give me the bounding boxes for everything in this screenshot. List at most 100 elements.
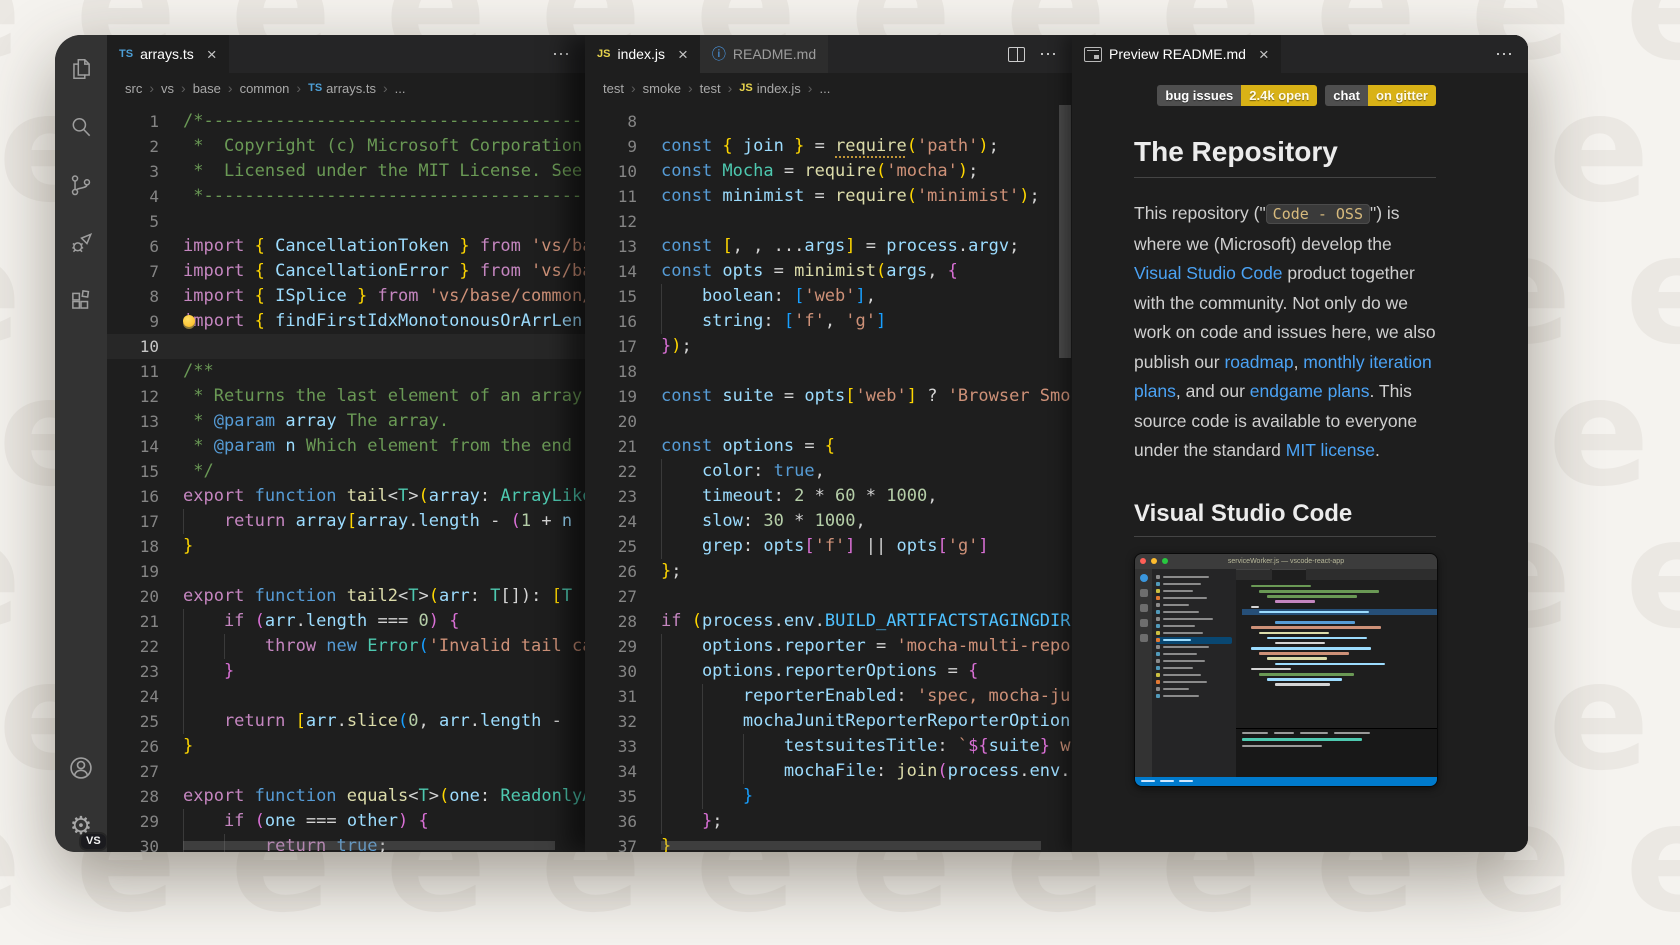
editor-pane-arrays-ts: TS arrays.ts × ⋯ src›vs›base›common›TSar… bbox=[107, 35, 585, 852]
tab-label: README.md bbox=[733, 46, 816, 62]
readme-badges: bug issues2.4k open chaton gitter bbox=[1134, 85, 1436, 106]
line-number: 30 bbox=[107, 834, 183, 852]
line-number: 10 bbox=[585, 159, 661, 184]
code-line: 30options.reporterOptions = { bbox=[585, 659, 1072, 684]
code-editor[interactable]: 89const { join } = require('path');10con… bbox=[585, 103, 1072, 852]
readme-link[interactable]: endgame plans bbox=[1250, 381, 1370, 401]
breadcrumb-item[interactable]: test bbox=[700, 81, 721, 96]
search-icon[interactable] bbox=[65, 111, 97, 143]
typescript-file-icon: TS bbox=[119, 48, 133, 60]
more-actions-icon[interactable]: ⋯ bbox=[1495, 45, 1514, 63]
line-number: 14 bbox=[107, 434, 183, 459]
breadcrumb-item[interactable]: vs bbox=[161, 81, 174, 96]
code-line: 10 bbox=[107, 334, 585, 359]
line-number: 36 bbox=[585, 809, 661, 834]
horizontal-scrollbar[interactable] bbox=[183, 841, 555, 850]
tab-preview-readme[interactable]: Preview README.md × bbox=[1072, 35, 1281, 73]
line-number: 23 bbox=[585, 484, 661, 509]
tab-readme-md[interactable]: ⓘREADME.md bbox=[700, 35, 828, 73]
code-line: 22color: true, bbox=[585, 459, 1072, 484]
line-number: 15 bbox=[107, 459, 183, 484]
readme-badge[interactable]: chaton gitter bbox=[1325, 85, 1436, 106]
breadcrumb-item[interactable]: src bbox=[125, 81, 142, 96]
breadcrumb-item[interactable]: JSindex.js bbox=[739, 81, 801, 96]
code-line: 27 bbox=[585, 584, 1072, 609]
preview-tab-bar: Preview README.md × ⋯ bbox=[1072, 35, 1528, 73]
line-number: 33 bbox=[585, 734, 661, 759]
code-line: 24slow: 30 * 1000, bbox=[585, 509, 1072, 534]
line-number: 19 bbox=[107, 559, 183, 584]
line-number: 30 bbox=[585, 659, 661, 684]
readme-link[interactable]: roadmap bbox=[1224, 352, 1293, 372]
breadcrumb-item[interactable]: ... bbox=[819, 81, 830, 96]
explorer-icon[interactable] bbox=[65, 53, 97, 85]
badge-value: on gitter bbox=[1368, 85, 1436, 106]
code-line: 3 * Licensed under the MIT License. See … bbox=[107, 159, 585, 184]
line-number: 27 bbox=[585, 584, 661, 609]
line-number: 10 bbox=[107, 334, 183, 359]
code-line: 20export function tail2<T>(arr: T[]): [T bbox=[107, 584, 585, 609]
code-line: 28export function equals<T>(one: Readonl… bbox=[107, 784, 585, 809]
chevron-right-icon: › bbox=[383, 80, 388, 96]
split-editor-icon[interactable] bbox=[1008, 47, 1025, 62]
line-number: 17 bbox=[585, 334, 661, 359]
source-control-icon[interactable] bbox=[65, 169, 97, 201]
run-debug-icon[interactable] bbox=[65, 227, 97, 259]
close-icon[interactable]: × bbox=[1259, 46, 1269, 63]
readme-badge[interactable]: bug issues2.4k open bbox=[1157, 85, 1317, 106]
tab-arrays-ts[interactable]: TS arrays.ts × bbox=[107, 35, 229, 73]
close-icon[interactable]: × bbox=[207, 46, 217, 63]
account-icon[interactable] bbox=[65, 752, 97, 784]
line-number: 1 bbox=[107, 109, 183, 134]
line-number: 9 bbox=[585, 134, 661, 159]
code-line: 5 bbox=[107, 209, 585, 234]
breadcrumb-item[interactable]: ... bbox=[395, 81, 406, 96]
line-number: 4 bbox=[107, 184, 183, 209]
line-number: 20 bbox=[107, 584, 183, 609]
chevron-right-icon: › bbox=[149, 80, 154, 96]
line-number: 12 bbox=[107, 384, 183, 409]
code-editor[interactable]: 1/*-------------------------------------… bbox=[107, 103, 585, 852]
readme-heading-repository: The Repository bbox=[1134, 136, 1436, 178]
chevron-right-icon: › bbox=[296, 80, 301, 96]
breadcrumb-item[interactable]: smoke bbox=[643, 81, 681, 96]
extensions-icon[interactable] bbox=[65, 285, 97, 317]
breadcrumb-item[interactable]: test bbox=[603, 81, 624, 96]
left-tab-bar: TS arrays.ts × ⋯ bbox=[107, 35, 585, 73]
breadcrumb-item[interactable]: base bbox=[193, 81, 221, 96]
vertical-scrollbar[interactable] bbox=[1059, 105, 1071, 358]
line-number: 27 bbox=[107, 759, 183, 784]
close-icon[interactable]: × bbox=[678, 46, 688, 63]
more-actions-icon[interactable]: ⋯ bbox=[1039, 45, 1058, 63]
chevron-right-icon: › bbox=[808, 80, 813, 96]
code-line: 26}; bbox=[585, 559, 1072, 584]
more-actions-icon[interactable]: ⋯ bbox=[552, 45, 571, 63]
readme-paragraph: This repository ("Code - OSS") is where … bbox=[1134, 199, 1436, 466]
horizontal-scrollbar[interactable] bbox=[661, 841, 1041, 850]
breadcrumb-item[interactable]: common bbox=[240, 81, 290, 96]
line-number: 19 bbox=[585, 384, 661, 409]
code-line: 13 * @param array The array. bbox=[107, 409, 585, 434]
tab-index-js[interactable]: JSindex.js× bbox=[585, 35, 700, 73]
readme-link[interactable]: MIT license bbox=[1286, 440, 1375, 460]
breadcrumb-item[interactable]: TSarrays.ts bbox=[308, 81, 376, 96]
javascript-file-icon: JS bbox=[597, 48, 610, 60]
readme-screenshot-image: serviceWorker.js — vscode-react-app bbox=[1134, 553, 1438, 787]
code-line: 29options.reporter = 'mocha-multi-repo bbox=[585, 634, 1072, 659]
code-line: 26} bbox=[107, 734, 585, 759]
code-line: 1/*-------------------------------------… bbox=[107, 109, 585, 134]
code-line: 10const Mocha = require('mocha'); bbox=[585, 159, 1072, 184]
code-line: 8 bbox=[585, 109, 1072, 134]
lightbulb-icon[interactable] bbox=[183, 315, 195, 327]
code-line: 21const options = { bbox=[585, 434, 1072, 459]
line-number: 6 bbox=[107, 234, 183, 259]
line-number: 13 bbox=[107, 409, 183, 434]
code-line: 11/** bbox=[107, 359, 585, 384]
tab-label: arrays.ts bbox=[140, 46, 194, 62]
code-line: 23timeout: 2 * 60 * 1000, bbox=[585, 484, 1072, 509]
line-number: 9 bbox=[107, 309, 183, 334]
line-number: 14 bbox=[585, 259, 661, 284]
readme-link[interactable]: Visual Studio Code bbox=[1134, 263, 1283, 283]
tab-label: Preview README.md bbox=[1109, 46, 1246, 62]
editor-pane-index-js: JSindex.js×ⓘREADME.md ⋯ test›smoke›test›… bbox=[585, 35, 1072, 852]
